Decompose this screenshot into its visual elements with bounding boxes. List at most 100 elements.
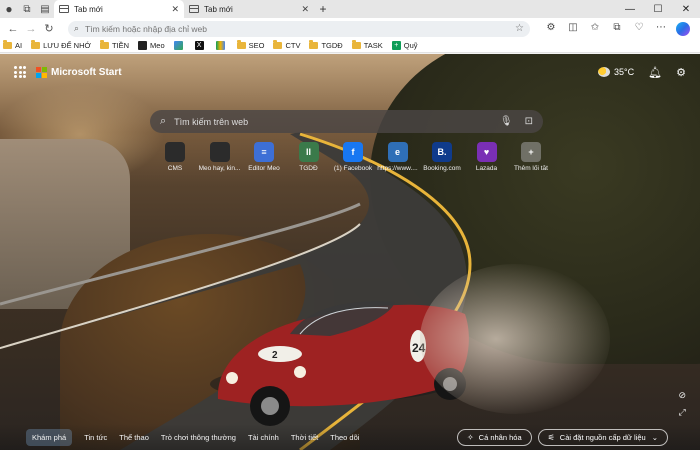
feed-tab-the-thao[interactable]: Thể thao (119, 433, 149, 442)
bookmark-folder-luu-de-nho[interactable]: LƯU ĐỂ NHỚ (31, 40, 91, 50)
quicklink-lazada[interactable]: ♥ Lazada (465, 142, 509, 172)
brand-title[interactable]: Microsoft Start (51, 67, 122, 78)
quicklink-label: Thêm lối tắt (514, 165, 548, 172)
window-controls: — ☐ ✕ (616, 4, 700, 15)
voice-search-microphone-icon[interactable]: 🎙︎ (500, 116, 513, 127)
search-icon: ⌕ (160, 115, 167, 127)
back-icon[interactable]: ← (4, 23, 22, 35)
workspaces-icon[interactable]: ⧉ (18, 0, 36, 18)
app-launcher-icon[interactable] (14, 66, 26, 78)
extensions-icon[interactable]: ⚙ (540, 22, 562, 36)
google-drive-icon (215, 41, 225, 50)
web-search-box[interactable]: ⌕ 🎙︎ ⊡ (150, 110, 543, 133)
feed-actions: ✧ Cá nhân hóa ⚟ Cài đặt nguồn cấp dữ liệu ⌄ (451, 428, 668, 446)
quicklink-editor-meo[interactable]: ≡ Editor Meo (242, 142, 286, 172)
tab-new-2[interactable]: Tab mới ✕ (184, 0, 314, 18)
bookmark-label: LƯU ĐỂ NHỚ (43, 41, 91, 50)
quicklink-label: Meo hay, kin... (198, 165, 241, 172)
bookmark-folder-ai[interactable]: AI (3, 40, 22, 50)
microsoft-logo-icon (36, 66, 47, 78)
tab-new-1[interactable]: Tab mới ✕ (54, 0, 184, 18)
quicklink-tile-icon: ≡ (254, 142, 274, 162)
quicklink-tile-icon: B. (432, 142, 452, 162)
feed-settings-button[interactable]: ⚟ Cài đặt nguồn cấp dữ liệu ⌄ (537, 428, 668, 446)
image-info-icon[interactable]: ⊘ (678, 390, 686, 401)
address-input[interactable] (85, 23, 516, 34)
quicklink-meo-hay[interactable]: Meo hay, kin... (198, 142, 242, 172)
bookmark-folder-seo[interactable]: SEO (236, 40, 265, 50)
minimize-icon[interactable]: — (616, 4, 644, 15)
refresh-icon[interactable]: ↻ (40, 22, 58, 35)
sheets-icon: + (391, 41, 401, 50)
quicklink-booking[interactable]: B. Booking.com (420, 142, 464, 172)
toolbar-actions: ⚙ ◫ ✩ ⧉ ♡ ⋯ (540, 21, 694, 36)
feed-tab-tro-choi[interactable]: Trò chơi thông thường (161, 433, 236, 442)
weather-temperature[interactable]: 35°C (614, 67, 634, 77)
bookmark-meo[interactable]: Meo (138, 41, 165, 50)
visual-search-camera-icon[interactable]: ⊡ (525, 116, 533, 127)
bookmark-folder-tien[interactable]: TIỀN (99, 40, 130, 50)
weather-icon[interactable] (598, 67, 611, 77)
close-window-icon[interactable]: ✕ (672, 4, 700, 15)
folder-icon (351, 40, 361, 49)
quick-links: CMS Meo hay, kin... ≡ Editor Meo II TGDĐ f… (153, 142, 554, 172)
maximize-icon[interactable]: ☐ (644, 4, 672, 15)
bookmark-label: TIỀN (111, 41, 130, 50)
bookmark-drive[interactable] (173, 41, 186, 50)
vertical-tabs-icon[interactable]: ▤ (36, 0, 54, 18)
tab-title: Tab mới (74, 4, 103, 14)
feed-tab-thoi-tiet[interactable]: Thời tiết (291, 433, 318, 442)
add-shortcut-plus-icon: + (521, 142, 541, 162)
new-tab-page: 2 24 Microsoft Start 35°C 🔔︎ ⚙ ⌕ 🎙︎ ⊡ C (0, 54, 700, 450)
favorites-icon[interactable]: ✩ (584, 22, 606, 36)
feed-settings-label: Cài đặt nguồn cấp dữ liệu (559, 432, 646, 442)
web-search-input[interactable] (174, 116, 488, 127)
feed-tab-tai-chinh[interactable]: Tài chính (248, 433, 279, 442)
more-menu-icon[interactable]: ⋯ (650, 22, 672, 36)
page-settings-gear-icon[interactable]: ⚙ (676, 66, 686, 79)
bookmark-folder-ctv[interactable]: CTV (273, 40, 301, 50)
quicklink-tile-icon: II (298, 142, 319, 162)
close-tab-icon[interactable]: ✕ (301, 4, 309, 15)
new-tab-button[interactable]: + (314, 2, 332, 16)
favorite-star-icon[interactable]: ☆ (515, 23, 524, 34)
bookmark-folder-task[interactable]: TASK (351, 40, 383, 50)
quicklink-tgdd[interactable]: II TGDĐ (287, 142, 331, 172)
quicklink-add-shortcut[interactable]: + Thêm lối tắt (509, 142, 553, 172)
drive-icon (173, 41, 183, 50)
quicklink-tile-icon: f (343, 142, 363, 162)
tab-page-icon (59, 5, 69, 13)
feed-tab-kham-pha[interactable]: Khám phá (26, 428, 73, 446)
bookmark-quy[interactable]: + Quỹ (391, 41, 418, 50)
quicklink-https[interactable]: e https://www.... (376, 142, 420, 172)
forward-icon[interactable]: → (22, 23, 40, 35)
folder-icon (236, 40, 246, 49)
address-bar[interactable]: ⌕ ☆ (68, 20, 530, 37)
feed-tab-theo-doi[interactable]: Theo dõi (330, 433, 359, 442)
bookmark-label: SEO (248, 41, 265, 50)
bookmark-label: CTV (285, 41, 301, 50)
personalize-button[interactable]: ✧ Cá nhân hóa (456, 428, 532, 446)
feed-tab-tin-tuc[interactable]: Tin tức (84, 433, 107, 442)
notifications-bell-icon[interactable]: 🔔︎ (648, 66, 662, 79)
browser-essentials-icon[interactable]: ♡ (628, 22, 650, 36)
bookmark-label: TGDĐ (321, 41, 343, 50)
bookmark-label: Meo (150, 41, 165, 50)
profile-avatar[interactable]: ● (0, 0, 18, 18)
bookmark-x[interactable]: X (194, 41, 207, 50)
image-tools: ⊘ ⤢ (678, 390, 686, 424)
bookmark-label: TASK (363, 41, 383, 50)
tab-strip: ● ⧉ ▤ Tab mới ✕ Tab mới ✕ + — ☐ ✕ (0, 0, 700, 18)
bookmark-google-drive[interactable] (215, 41, 228, 50)
expand-image-icon[interactable]: ⤢ (678, 407, 686, 418)
split-screen-icon[interactable]: ◫ (562, 22, 584, 36)
feed-navigation: Khám phá Tin tức Thể thao Trò chơi thông… (0, 424, 700, 450)
close-tab-icon[interactable]: ✕ (171, 4, 179, 15)
quicklink-cms[interactable]: CMS (153, 142, 197, 172)
copilot-icon[interactable] (676, 21, 690, 36)
quicklink-facebook[interactable]: f (1) Facebook (331, 142, 375, 172)
bookmark-folder-tgdd[interactable]: TGDĐ (309, 40, 343, 50)
collections-icon[interactable]: ⧉ (606, 22, 628, 36)
address-toolbar: ← → ↻ ⌕ ☆ ⚙ ◫ ✩ ⧉ ♡ ⋯ (0, 18, 700, 39)
background-dust-cloud (420, 264, 610, 414)
